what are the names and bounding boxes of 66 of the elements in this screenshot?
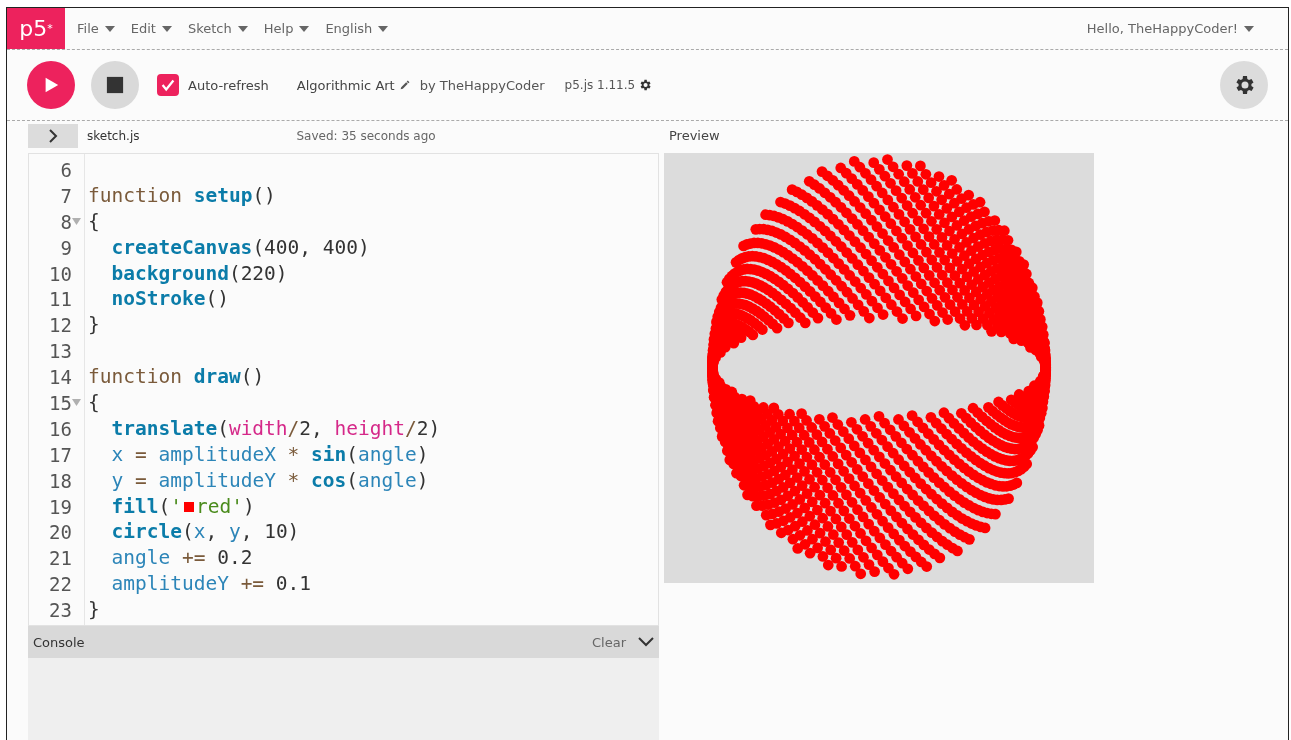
- code-line: x = amplitudeX * sin(angle): [110, 441, 429, 468]
- sidebar-toggle[interactable]: [28, 124, 78, 148]
- caret-icon: [104, 24, 115, 33]
- line-number: 12: [49, 314, 72, 337]
- line-number: 18: [49, 469, 72, 492]
- code-line: function setup(): [88, 182, 276, 209]
- caret-icon: [161, 24, 172, 33]
- code-line: amplitudeY += 0.1: [110, 571, 312, 598]
- code-line: y = amplitudeY * cos(angle): [110, 467, 429, 494]
- saved-status: Saved: 35 seconds ago: [296, 129, 436, 143]
- sketch-name[interactable]: Algorithmic Art: [296, 77, 410, 93]
- caret-icon: [299, 24, 310, 33]
- line-number: 21: [49, 547, 72, 570]
- line-number: 9: [60, 236, 72, 259]
- menu-button[interactable]: Edit: [130, 21, 172, 36]
- gear-icon: [638, 78, 653, 92]
- auto-refresh-label: Auto-refresh: [188, 77, 269, 93]
- console-title: Console: [33, 634, 85, 650]
- code-line: noStroke(): [110, 286, 229, 313]
- menu-button[interactable]: File: [77, 21, 115, 36]
- file-tab[interactable]: sketch.js: [87, 129, 140, 143]
- code-line: background(220): [110, 260, 288, 287]
- line-number: 23: [49, 599, 72, 622]
- line-number: 19: [49, 495, 72, 518]
- chevron-down-icon: [638, 637, 654, 647]
- line-number: 10: [49, 262, 72, 285]
- line-number: 6: [60, 158, 72, 181]
- menu-button[interactable]: Help: [263, 21, 310, 36]
- line-number: 16: [49, 417, 72, 440]
- code-line: createCanvas(400, 400): [110, 234, 370, 261]
- code-line: {: [88, 208, 100, 235]
- caret-icon: [237, 24, 248, 33]
- line-number: 17: [49, 443, 72, 466]
- line-number: 8: [60, 210, 72, 233]
- version-button[interactable]: p5.js 1.11.5: [564, 78, 653, 92]
- code-line: {: [88, 390, 100, 416]
- auto-refresh-checkbox[interactable]: [157, 74, 179, 96]
- preview-title: Preview: [669, 127, 721, 145]
- p5-logo[interactable]: p5$^{*}$: [7, 8, 65, 49]
- line-number: 7: [60, 184, 72, 207]
- author-link[interactable]: by TheHappyCoder: [419, 77, 545, 93]
- line-number: 22: [49, 573, 72, 596]
- code-line: }: [88, 312, 100, 339]
- menu-button[interactable]: Sketch: [187, 21, 248, 36]
- menu-button[interactable]: English: [325, 21, 389, 36]
- stop-icon: [106, 76, 124, 94]
- code-line: circle(x, y, 10): [110, 519, 300, 546]
- code-line: translate(width/2, height/2): [110, 415, 441, 442]
- code-line: angle += 0.2: [110, 545, 253, 572]
- settings-button[interactable]: [1220, 61, 1268, 109]
- line-number: 13: [49, 340, 72, 363]
- play-button[interactable]: [27, 61, 75, 109]
- code-line: fill(' red'): [110, 493, 255, 520]
- line-number: 20: [49, 521, 72, 544]
- line-number: 14: [49, 366, 72, 389]
- user-menu[interactable]: Hello, TheHappyCoder!: [1086, 21, 1254, 36]
- line-number: 15: [49, 391, 72, 414]
- caret-icon: [378, 24, 389, 33]
- code-line: function draw(): [88, 364, 265, 390]
- pencil-icon: [398, 79, 410, 91]
- line-number: 11: [49, 288, 72, 311]
- clear-button[interactable]: Clear: [592, 634, 626, 650]
- code-line: }: [88, 597, 100, 624]
- collapse-button[interactable]: [638, 637, 654, 647]
- stop-button[interactable]: [91, 61, 139, 109]
- caret-icon: [1244, 24, 1254, 33]
